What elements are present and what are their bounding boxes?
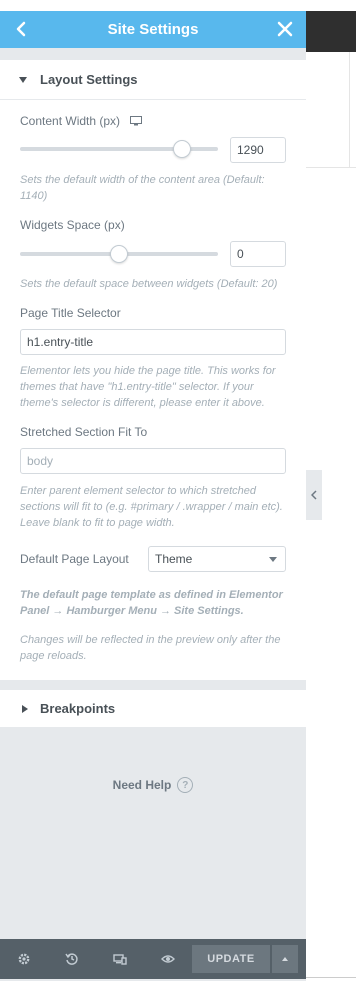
breakpoints-toggle[interactable]: Breakpoints <box>0 690 306 727</box>
widgets-space-description: Sets the default space between widgets (… <box>20 278 278 290</box>
page-title-selector-description: Elementor lets you hide the page title. … <box>20 365 276 409</box>
gear-icon[interactable] <box>0 939 48 979</box>
default-page-layout-select[interactable]: Theme <box>148 546 286 572</box>
caret-right-icon <box>20 704 30 714</box>
select-value: Theme <box>155 552 193 566</box>
stretched-section-input[interactable]: body <box>20 448 286 474</box>
default-page-layout-label: Default Page Layout <box>20 552 129 566</box>
chevron-down-icon <box>269 557 277 562</box>
content-width-description: Sets the default width of the content ar… <box>20 174 265 202</box>
back-arrow-icon[interactable] <box>10 17 32 41</box>
preview-area <box>306 0 356 981</box>
slider-handle[interactable] <box>110 245 128 263</box>
need-help-link[interactable]: Need Help ? <box>0 777 306 793</box>
content-width-input[interactable]: 1290 <box>230 137 286 163</box>
widgets-space-slider[interactable] <box>20 245 218 263</box>
section-title: Layout Settings <box>40 72 138 87</box>
page-title-selector-label: Page Title Selector <box>20 306 121 320</box>
page-title-selector-input[interactable]: h1.entry-title <box>20 329 286 355</box>
divider <box>306 977 356 978</box>
reload-note: Changes will be reflected in the preview… <box>20 634 281 662</box>
stretched-section-description: Enter parent element selector to which s… <box>20 485 283 529</box>
divider <box>349 52 350 167</box>
need-help-label: Need Help <box>112 778 172 792</box>
section-title: Breakpoints <box>40 701 116 716</box>
collapse-panel-tab[interactable] <box>306 470 322 520</box>
close-icon[interactable] <box>274 17 296 41</box>
editor-panel: Site Settings Layout Settings Content Wi… <box>0 0 306 981</box>
top-strip <box>0 0 306 11</box>
stretched-section-label: Stretched Section Fit To <box>20 425 148 439</box>
question-icon: ? <box>177 777 194 793</box>
panel-header: Site Settings <box>0 11 306 48</box>
desktop-icon[interactable] <box>130 116 143 126</box>
content-width-label-text: Content Width (px) <box>20 114 121 128</box>
eye-icon[interactable] <box>144 939 192 979</box>
preview-site-header <box>306 11 356 52</box>
divider <box>306 167 356 168</box>
history-icon[interactable] <box>48 939 96 979</box>
content-width-label: Content Width (px) <box>20 114 143 128</box>
responsive-icon[interactable] <box>96 939 144 979</box>
update-options-button[interactable] <box>272 945 298 973</box>
chevron-left-icon <box>311 490 317 500</box>
default-page-layout-note: The default page template as defined in … <box>20 589 283 617</box>
update-button[interactable]: UPDATE <box>192 945 270 973</box>
panel-footer: UPDATE <box>0 939 306 979</box>
panel-title: Site Settings <box>107 21 199 38</box>
widgets-space-label: Widgets Space (px) <box>20 218 125 232</box>
content-width-slider[interactable] <box>20 140 218 158</box>
layout-settings-toggle[interactable]: Layout Settings <box>0 60 306 100</box>
caret-down-icon <box>18 75 28 85</box>
widgets-space-input[interactable]: 0 <box>230 241 286 267</box>
